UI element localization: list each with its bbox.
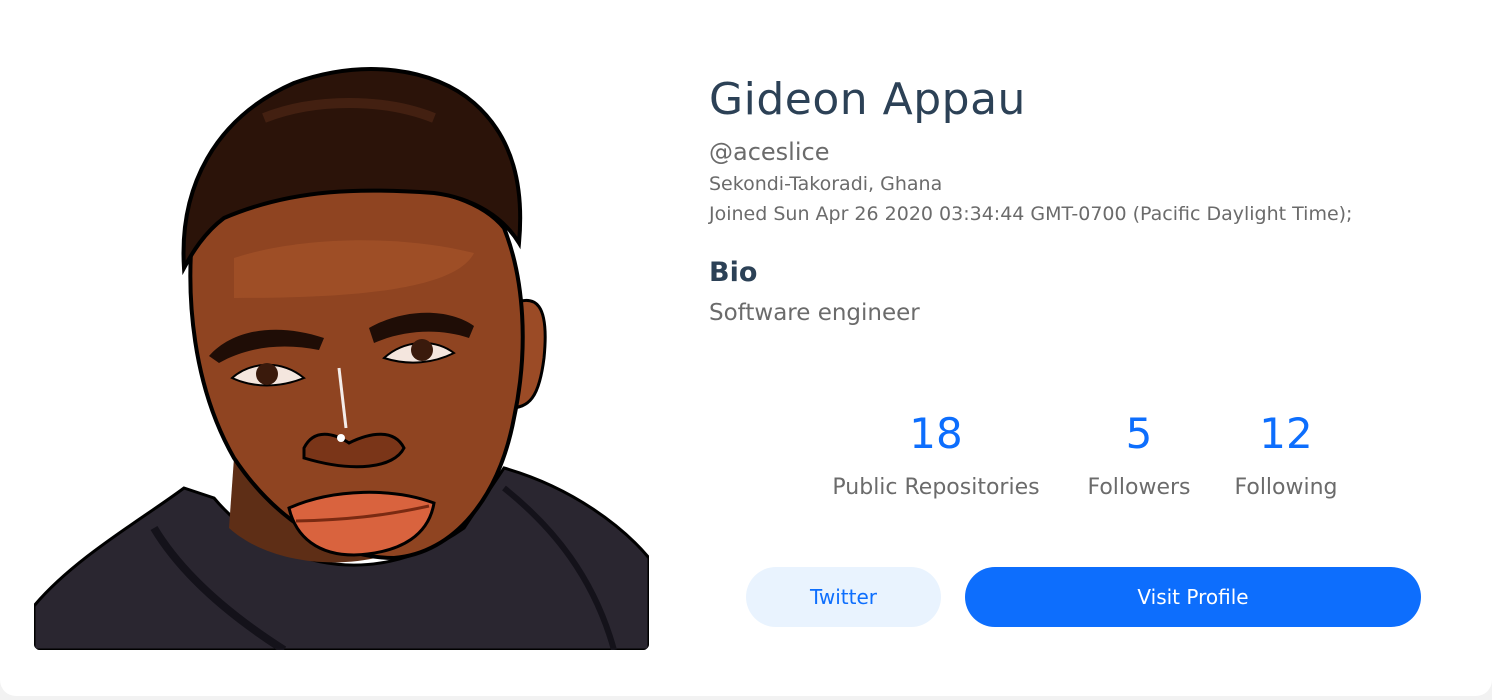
- profile-name: Gideon Appau: [709, 74, 1026, 125]
- avatar: [34, 58, 649, 650]
- stat-followers: 5 Followers: [1076, 408, 1202, 502]
- bio-text: Software engineer: [709, 300, 920, 326]
- stat-public-repositories: 18 Public Repositories: [816, 408, 1056, 502]
- profile-location: Sekondi-Takoradi, Ghana: [709, 173, 943, 195]
- stat-value: 12: [1259, 409, 1313, 458]
- profile-username: @aceslice: [709, 138, 830, 166]
- stat-following: 12 Following: [1222, 408, 1350, 502]
- stat-value: 5: [1125, 409, 1153, 458]
- profile-card: Gideon Appau @aceslice Sekondi-Takoradi,…: [0, 0, 1492, 696]
- twitter-button[interactable]: Twitter: [746, 567, 941, 627]
- stat-label: Following: [1234, 475, 1338, 500]
- stat-label: Followers: [1087, 475, 1191, 500]
- avatar-portrait-icon: [34, 58, 649, 650]
- profile-joined-date: Joined Sun Apr 26 2020 03:34:44 GMT-0700…: [709, 203, 1353, 225]
- stat-value: 18: [909, 409, 963, 458]
- bio-heading: Bio: [709, 257, 758, 288]
- visit-profile-button[interactable]: Visit Profile: [965, 567, 1421, 627]
- stat-label: Public Repositories: [832, 475, 1040, 500]
